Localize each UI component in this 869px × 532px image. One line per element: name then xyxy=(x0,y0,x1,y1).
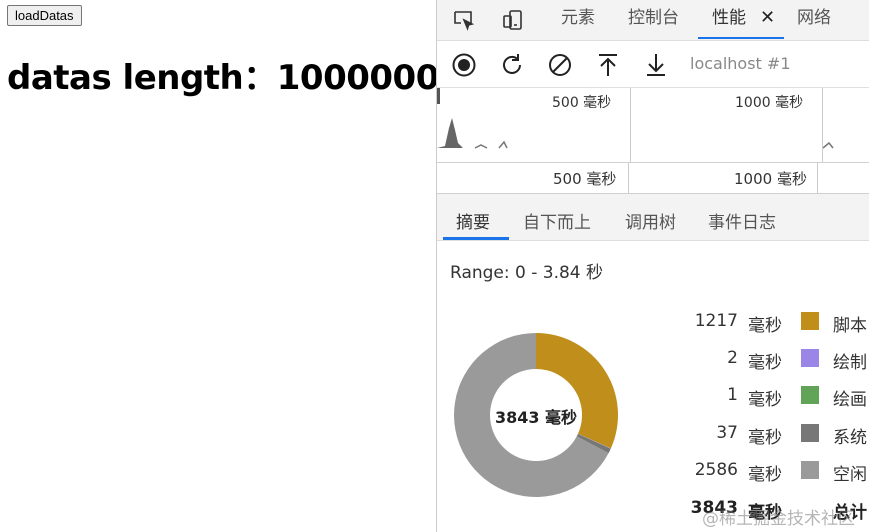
legend-name: 绘制 xyxy=(833,353,867,373)
legend-value: 2586 xyxy=(694,460,738,480)
legend-row-scripting: 1217 毫秒 脚本 xyxy=(657,308,869,345)
tab-elements[interactable]: 元素 xyxy=(561,0,595,41)
device-toolbar-icon[interactable] xyxy=(501,8,525,32)
legend-name: 绘画 xyxy=(833,390,867,410)
legend-value: 2 xyxy=(727,348,738,368)
legend-name: 空闲 xyxy=(833,465,867,485)
ruler-tick-label: 500 毫秒 xyxy=(553,170,617,188)
download-icon[interactable] xyxy=(643,52,669,78)
subtab-event-log[interactable]: 事件日志 xyxy=(708,208,776,233)
subtab-bottom-up[interactable]: 自下而上 xyxy=(523,208,591,233)
legend-row-painting: 1 毫秒 绘画 xyxy=(657,382,869,419)
overview-gridline xyxy=(630,88,631,162)
legend-row-rendering: 2 毫秒 绘制 xyxy=(657,345,869,382)
legend-swatch xyxy=(801,312,819,330)
legend-swatch xyxy=(801,386,819,404)
cpu-activity-graph xyxy=(437,88,834,149)
inspect-element-icon[interactable] xyxy=(452,8,476,32)
legend-value: 1 xyxy=(727,385,738,405)
overview-tick-label: 1000 毫秒 xyxy=(735,95,804,111)
active-subtab-indicator xyxy=(443,237,509,240)
legend-swatch xyxy=(801,424,819,442)
legend-value: 37 xyxy=(716,423,738,443)
legend-row-idle: 2586 毫秒 空闲 xyxy=(657,457,869,494)
timeline-ruler: 500 毫秒 1000 毫秒 xyxy=(437,163,869,194)
subtab-call-tree[interactable]: 调用树 xyxy=(625,208,676,233)
summary-subtabs: 摘要 自下而上 调用树 事件日志 xyxy=(437,194,869,241)
donut-center-label: 3843 毫秒 xyxy=(494,408,578,427)
tab-network[interactable]: 网络 xyxy=(797,0,831,41)
target-select[interactable]: localhost #1 xyxy=(690,54,791,73)
legend-name: 系统 xyxy=(833,428,867,448)
summary-donut-chart: 3843 毫秒 xyxy=(451,330,621,500)
legend-unit: 毫秒 xyxy=(748,465,782,485)
tab-console[interactable]: 控制台 xyxy=(628,0,679,41)
legend-swatch xyxy=(801,349,819,367)
overview-tick-label: 500 毫秒 xyxy=(552,95,612,111)
ruler-gridline xyxy=(628,163,629,194)
devtools-panel: 元素 控制台 性能 ✕ 网络 localhost #1 500 毫秒 1000 … xyxy=(436,0,869,532)
donut-slice-脚本 xyxy=(536,333,618,449)
active-tab-indicator xyxy=(698,37,784,39)
watermark: @稀土掘金技术社区 xyxy=(702,509,855,529)
overview-gridline xyxy=(822,88,823,162)
legend-swatch xyxy=(801,461,819,479)
legend-name: 脚本 xyxy=(833,316,867,336)
upload-icon[interactable] xyxy=(595,52,621,78)
record-icon[interactable] xyxy=(451,52,477,78)
legend-value: 1217 xyxy=(694,311,738,331)
ruler-tick-label: 1000 毫秒 xyxy=(734,170,807,188)
legend-unit: 毫秒 xyxy=(748,390,782,410)
legend-unit: 毫秒 xyxy=(748,316,782,336)
clear-icon[interactable] xyxy=(547,52,573,78)
reload-icon[interactable] xyxy=(499,52,525,78)
legend-unit: 毫秒 xyxy=(748,353,782,373)
tab-performance[interactable]: 性能 xyxy=(712,0,746,41)
legend-unit: 毫秒 xyxy=(748,428,782,448)
page-heading: datas length：1000000 xyxy=(7,58,439,98)
load-datas-button[interactable]: loadDatas xyxy=(7,5,82,26)
legend-row-system: 37 毫秒 系统 xyxy=(657,420,869,457)
timeline-overview[interactable]: 500 毫秒 1000 毫秒 xyxy=(437,88,869,163)
devtools-tabbar: 元素 控制台 性能 ✕ 网络 xyxy=(437,0,869,41)
close-tab-icon[interactable]: ✕ xyxy=(760,7,775,28)
range-label: Range: 0 - 3.84 秒 xyxy=(450,263,604,283)
performance-toolbar: localhost #1 xyxy=(437,42,869,88)
subtab-summary[interactable]: 摘要 xyxy=(456,208,490,233)
ruler-gridline xyxy=(817,163,818,194)
